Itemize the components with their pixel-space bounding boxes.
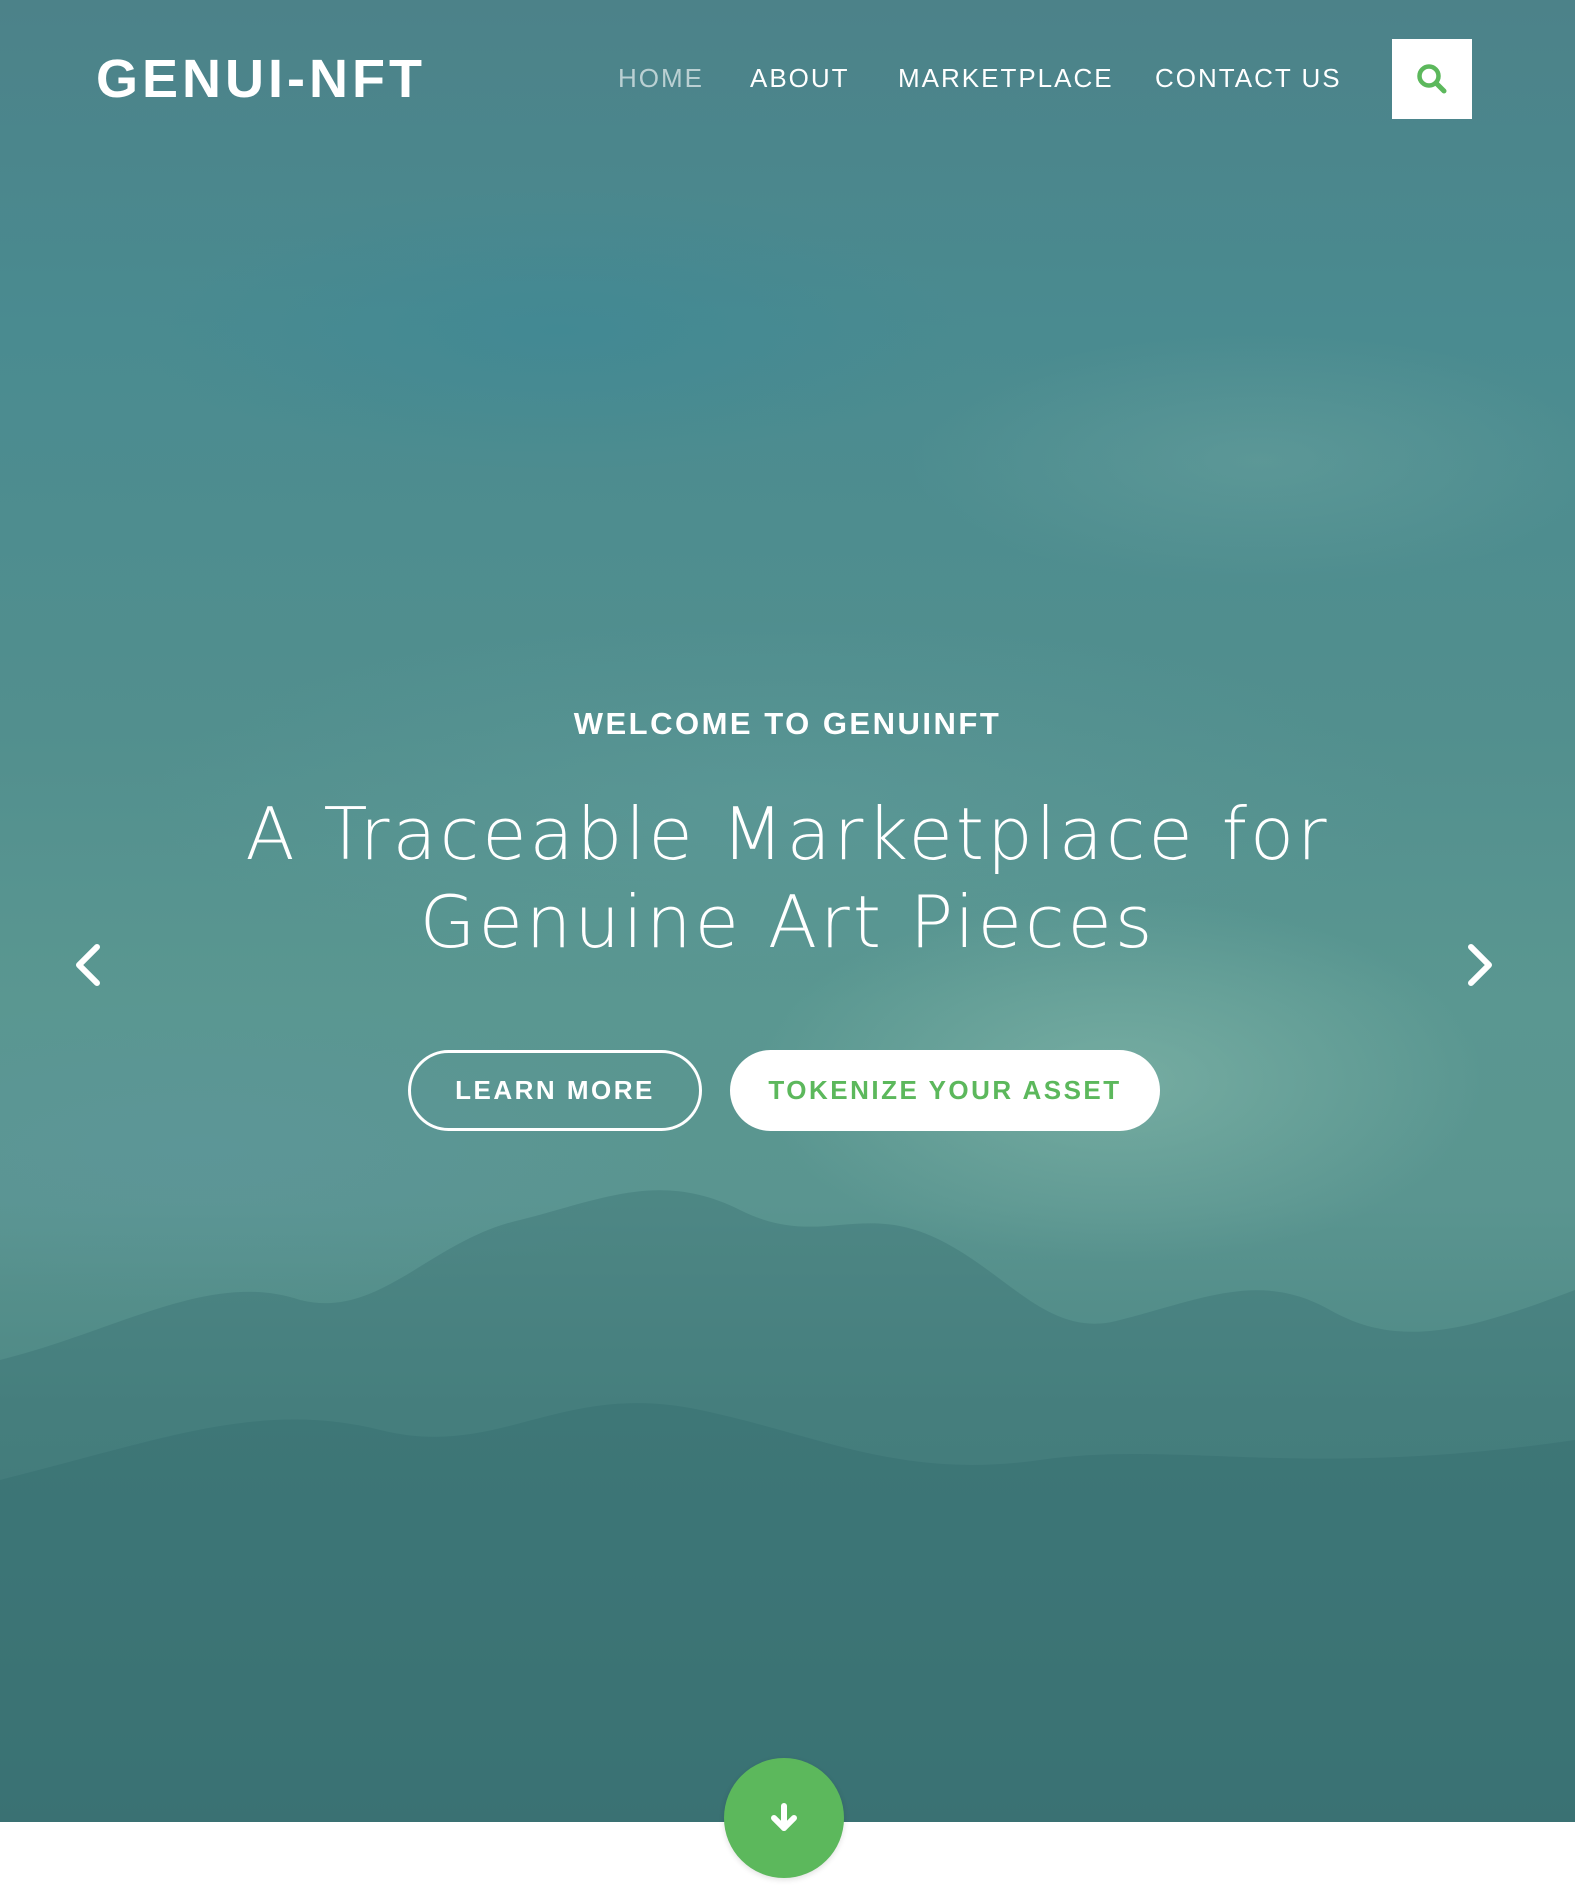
hero-slider: GENUI-NFT HOME ABOUT MARKETPLACE CONTACT… [0, 0, 1575, 1822]
nav-item-contact-us[interactable]: CONTACT US [1155, 60, 1342, 96]
slider-next-button[interactable] [1455, 940, 1505, 990]
hero-background-mountains [0, 1190, 1575, 1822]
scroll-down-button[interactable] [724, 1758, 844, 1878]
nav-item-marketplace[interactable]: MARKETPLACE [898, 60, 1114, 96]
learn-more-button[interactable]: LEARN MORE [408, 1050, 702, 1131]
nav-item-about[interactable]: ABOUT [750, 60, 850, 96]
main-nav: HOME ABOUT MARKETPLACE CONTACT US [0, 60, 1575, 96]
hero-kicker: WELCOME TO GENUINFT [573, 706, 1002, 741]
hero-headline: A Traceable Marketplace for Genuine Art … [245, 792, 1330, 964]
search-button[interactable] [1392, 39, 1472, 119]
slider-prev-button[interactable] [63, 940, 113, 990]
tokenize-asset-button[interactable]: TOKENIZE YOUR ASSET [730, 1050, 1160, 1131]
chevron-left-icon [76, 944, 100, 986]
chevron-right-icon [1468, 944, 1492, 986]
search-icon [1417, 64, 1447, 94]
arrow-down-icon [771, 1803, 797, 1831]
nav-item-home[interactable]: HOME [618, 60, 704, 96]
